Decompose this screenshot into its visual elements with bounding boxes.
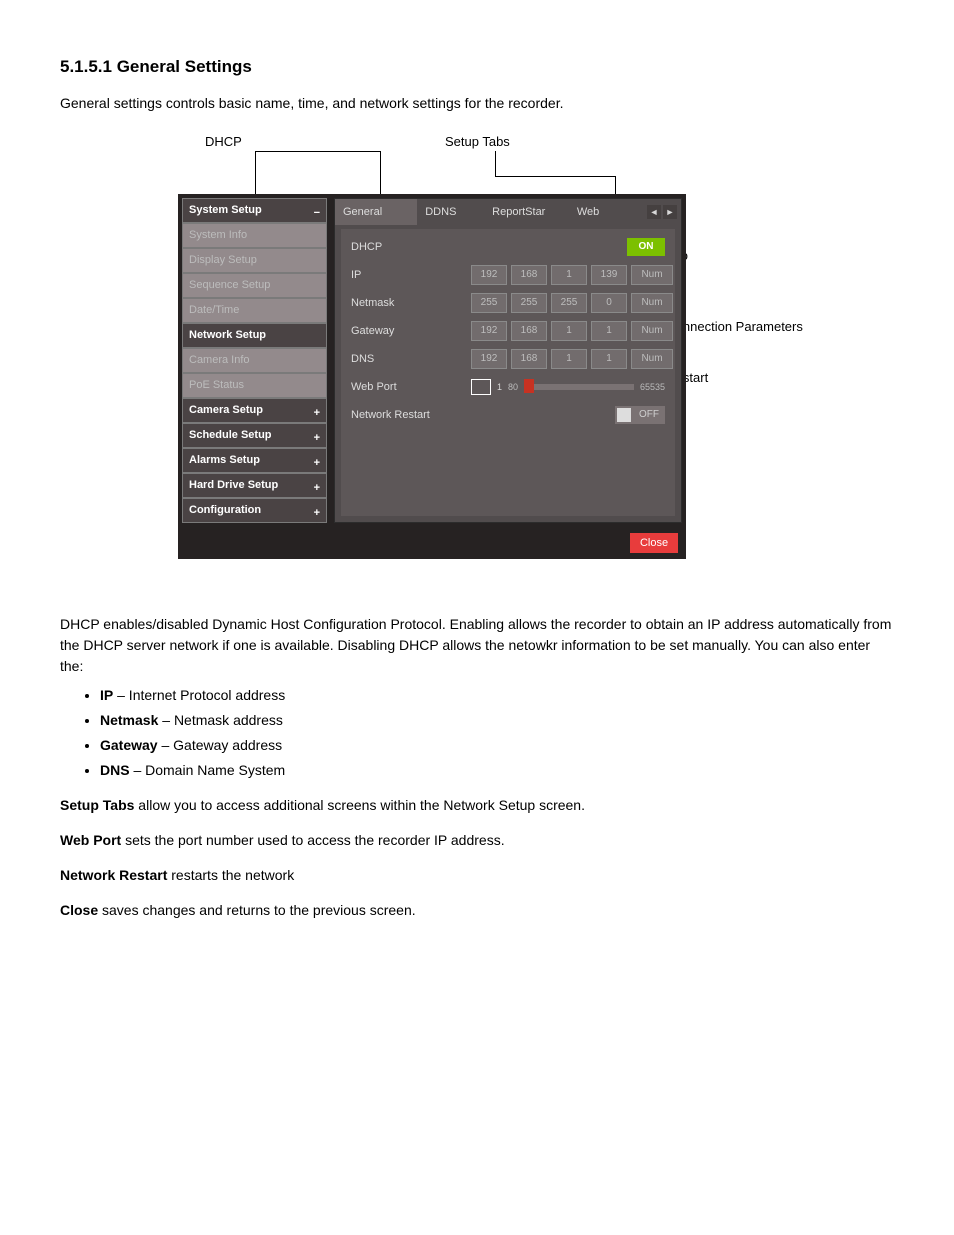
callout-setup-tabs: Setup Tabs (445, 134, 510, 149)
tab-row: General Settings DDNS Setup ReportStar S… (335, 199, 681, 225)
dhcp-label: DHCP (351, 241, 471, 253)
netmask-octet-4[interactable]: 0 (591, 293, 627, 313)
web-port-value: 1 (497, 382, 502, 392)
gateway-num-button[interactable]: Num (631, 321, 673, 341)
sidebar-item-system-info[interactable]: System Info (182, 223, 327, 248)
collapse-icon[interactable]: − (314, 202, 320, 225)
sidebar-group-camera-setup[interactable]: Camera Setup+ (182, 398, 327, 423)
dns-num-button[interactable]: Num (631, 349, 673, 369)
gateway-octet-4[interactable]: 1 (591, 321, 627, 341)
panel-body: DHCP ON IP 192 168 1 139 Num (341, 229, 675, 516)
sidebar-item-display-setup[interactable]: Display Setup (182, 248, 327, 273)
network-restart-toggle[interactable]: OFF (615, 406, 665, 424)
list-term-netmask: Netmask (100, 712, 158, 728)
netmask-octet-1[interactable]: 255 (471, 293, 507, 313)
expand-icon[interactable]: + (314, 502, 320, 525)
web-port-slider[interactable] (524, 384, 634, 390)
sidebar-item-sequence-setup[interactable]: Sequence Setup (182, 273, 327, 298)
expand-icon[interactable]: + (314, 452, 320, 475)
web-port-min: 80 (508, 382, 518, 392)
dns-label: DNS (351, 353, 471, 365)
gateway-label: Gateway (351, 325, 471, 337)
netmask-num-button[interactable]: Num (631, 293, 673, 313)
web-port-label: Web Port (351, 381, 471, 393)
ip-octet-2[interactable]: 168 (511, 265, 547, 285)
callout-dhcp: DHCP (205, 134, 242, 149)
sidebar-item-poe-status[interactable]: PoE Status (182, 373, 327, 398)
network-restart-description: Network Restart restarts the network (60, 865, 894, 886)
ip-octet-4[interactable]: 139 (591, 265, 627, 285)
ip-octet-1[interactable]: 192 (471, 265, 507, 285)
list-term-gateway: Gateway (100, 737, 158, 753)
sidebar-group-configuration[interactable]: Configuration+ (182, 498, 327, 523)
gateway-octet-3[interactable]: 1 (551, 321, 587, 341)
sidebar-item-camera-info[interactable]: Camera Info (182, 348, 327, 373)
setup-tabs-description: Setup Tabs allow you to access additiona… (60, 795, 894, 816)
sidebar-heading-label: System Setup (189, 204, 262, 216)
tab-reportstar-setup[interactable]: ReportStar Setup (484, 199, 569, 225)
annotated-screenshot: DHCP Setup Tabs Network Info Network Con… (60, 134, 780, 594)
sidebar: System Setup − System Info Display Setup… (182, 198, 327, 523)
dns-octet-4[interactable]: 1 (591, 349, 627, 369)
tab-ddns-setup[interactable]: DDNS Setup (417, 199, 484, 225)
close-description: Close saves changes and returns to the p… (60, 900, 894, 921)
expand-icon[interactable]: + (314, 427, 320, 450)
tab-scroll-left-icon[interactable]: ◄ (647, 205, 661, 219)
dns-octet-1[interactable]: 192 (471, 349, 507, 369)
netmask-label: Netmask (351, 297, 471, 309)
sidebar-item-date-time[interactable]: Date/Time (182, 298, 327, 323)
ip-label: IP (351, 269, 471, 281)
keyboard-icon[interactable] (471, 379, 491, 395)
gateway-octet-2[interactable]: 168 (511, 321, 547, 341)
sidebar-heading-system-setup[interactable]: System Setup − (182, 198, 327, 223)
dhcp-fields-list: IP – Internet Protocol address Netmask –… (60, 685, 894, 781)
ip-num-button[interactable]: Num (631, 265, 673, 285)
list-term-dns: DNS (100, 762, 130, 778)
network-restart-label: Network Restart (351, 409, 471, 421)
ip-octet-3[interactable]: 1 (551, 265, 587, 285)
dhcp-description: DHCP enables/disabled Dynamic Host Confi… (60, 614, 894, 677)
expand-icon[interactable]: + (314, 477, 320, 500)
intro-text: General settings controls basic name, ti… (60, 93, 894, 114)
expand-icon[interactable]: + (314, 402, 320, 425)
tab-general-settings[interactable]: General Settings (335, 199, 417, 225)
settings-panel: General Settings DDNS Setup ReportStar S… (334, 198, 682, 523)
system-setup-window: System Setup − System Info Display Setup… (178, 194, 686, 559)
sidebar-group-alarms-setup[interactable]: Alarms Setup+ (182, 448, 327, 473)
web-port-description: Web Port sets the port number used to ac… (60, 830, 894, 851)
netmask-octet-2[interactable]: 255 (511, 293, 547, 313)
dns-octet-2[interactable]: 168 (511, 349, 547, 369)
netmask-octet-3[interactable]: 255 (551, 293, 587, 313)
section-heading: 5.1.5.1 General Settings (60, 57, 894, 77)
list-term-ip: IP (100, 687, 113, 703)
close-button[interactable]: Close (630, 533, 678, 553)
slider-knob[interactable] (524, 379, 534, 393)
sidebar-group-hard-drive-setup[interactable]: Hard Drive Setup+ (182, 473, 327, 498)
dhcp-toggle[interactable]: ON (627, 238, 665, 256)
web-port-max: 65535 (640, 382, 665, 392)
tab-scroll-right-icon[interactable]: ► (663, 205, 677, 219)
sidebar-group-schedule-setup[interactable]: Schedule Setup+ (182, 423, 327, 448)
dns-octet-3[interactable]: 1 (551, 349, 587, 369)
sidebar-item-network-setup[interactable]: Network Setup (182, 323, 327, 348)
tab-web-connect[interactable]: Web Connect S (569, 199, 647, 225)
gateway-octet-1[interactable]: 192 (471, 321, 507, 341)
